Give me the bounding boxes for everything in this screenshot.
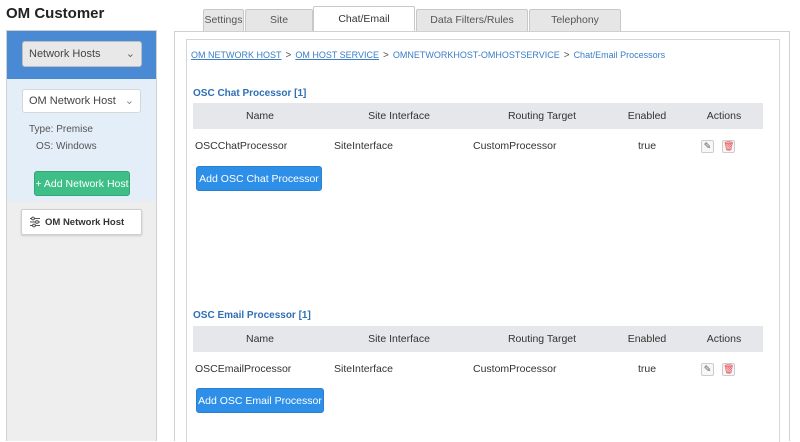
column-header-site-interface: Site Interface bbox=[368, 333, 430, 345]
network-hosts-select[interactable]: Network Hosts ⌄ bbox=[22, 41, 142, 67]
email-section-title: OSC Email Processor [1] bbox=[193, 310, 311, 321]
breadcrumb-current: Chat/Email Processors bbox=[573, 50, 666, 60]
table-header: Name Site Interface Routing Target Enabl… bbox=[193, 326, 763, 352]
tab-data-filters-rules-engine[interactable]: Data Filters/Rules Engine bbox=[416, 9, 528, 46]
column-header-site-interface: Site Interface bbox=[368, 110, 430, 122]
host-os-value: Windows bbox=[56, 141, 97, 152]
network-hosts-select-label: Network Hosts bbox=[29, 48, 101, 60]
column-header-actions: Actions bbox=[706, 333, 742, 345]
breadcrumb-host-service[interactable]: OM HOST SERVICE bbox=[295, 50, 379, 60]
processor-name: OSCEmailProcessor bbox=[195, 363, 292, 375]
sliders-icon bbox=[30, 216, 40, 228]
breadcrumb: OM NETWORK HOST > OM HOST SERVICE > OMNETWOR… bbox=[191, 50, 666, 61]
chevron-down-icon: ⌄ bbox=[124, 95, 134, 107]
column-header-actions: Actions bbox=[706, 110, 742, 122]
processor-name: OSCChatProcessor bbox=[195, 140, 288, 152]
processor-enabled: true bbox=[637, 140, 657, 152]
main-content: OM NETWORK HOST > OM HOST SERVICE > OMNETWOR… bbox=[174, 31, 790, 442]
add-osc-email-processor-button[interactable]: Add OSC Email Processor bbox=[196, 388, 324, 413]
pencil-icon[interactable]: ✎ bbox=[701, 140, 714, 153]
column-header-routing-target: Routing Target bbox=[507, 110, 577, 122]
table-row: OSCEmailProcessor SiteInterface CustomPr… bbox=[193, 356, 763, 382]
processor-enabled: true bbox=[637, 363, 657, 375]
processors-panel: OM NETWORK HOST > OM HOST SERVICE > OMNETWOR… bbox=[186, 39, 780, 442]
host-type: Type: Premise bbox=[29, 124, 93, 135]
breadcrumb-network-host[interactable]: OM NETWORK HOST bbox=[191, 50, 282, 60]
breadcrumb-service-id[interactable]: OMNETWORKHOST-OMHOSTSERVICE bbox=[393, 50, 560, 60]
host-type-label: Type: bbox=[29, 124, 54, 135]
pencil-icon[interactable]: ✎ bbox=[701, 363, 714, 376]
tab-site-interfaces[interactable]: Site Interfaces bbox=[245, 9, 313, 46]
network-host-dropdown-label: OM Network Host bbox=[29, 95, 116, 107]
network-host-card-label: OM Network Host bbox=[45, 217, 125, 228]
column-header-routing-target: Routing Target bbox=[507, 333, 577, 345]
tab-chat-email-processors[interactable]: Chat/Email Processors bbox=[313, 6, 415, 49]
trash-icon[interactable]: 🗑 bbox=[722, 140, 735, 153]
host-type-value: Premise bbox=[56, 124, 93, 135]
processor-routing-target: CustomProcessor bbox=[473, 363, 557, 375]
chat-section-title: OSC Chat Processor [1] bbox=[193, 88, 307, 99]
network-host-dropdown[interactable]: OM Network Host ⌄ bbox=[22, 89, 141, 113]
sidebar: Network Hosts ⌄ OM Network Host ⌄ Type: … bbox=[6, 30, 157, 441]
processor-routing-target: CustomProcessor bbox=[473, 140, 557, 152]
column-header-name: Name bbox=[245, 110, 274, 122]
column-header-enabled: Enabled bbox=[627, 333, 667, 345]
chevron-down-icon: ⌄ bbox=[125, 48, 135, 60]
app-title: OM Customer bbox=[6, 5, 105, 22]
tab-telephony-platforms[interactable]: Telephony Platforms bbox=[529, 9, 621, 46]
processor-site-interface: SiteInterface bbox=[334, 363, 393, 375]
network-host-card[interactable]: OM Network Host bbox=[21, 209, 142, 235]
sidebar-header: Network Hosts ⌄ bbox=[7, 31, 156, 79]
column-header-enabled: Enabled bbox=[627, 110, 667, 122]
table-row: OSCChatProcessor SiteInterface CustomPro… bbox=[193, 133, 763, 159]
add-osc-chat-processor-button[interactable]: Add OSC Chat Processor bbox=[196, 166, 322, 191]
host-os: OS: Windows bbox=[36, 141, 97, 152]
table-header: Name Site Interface Routing Target Enabl… bbox=[193, 103, 763, 129]
host-os-label: OS: bbox=[36, 141, 54, 152]
trash-icon[interactable]: 🗑 bbox=[722, 363, 735, 376]
processor-site-interface: SiteInterface bbox=[334, 140, 393, 152]
column-header-name: Name bbox=[245, 333, 274, 345]
tab-settings[interactable]: Settings bbox=[203, 9, 244, 31]
add-network-host-button[interactable]: + Add Network Host bbox=[34, 171, 130, 196]
